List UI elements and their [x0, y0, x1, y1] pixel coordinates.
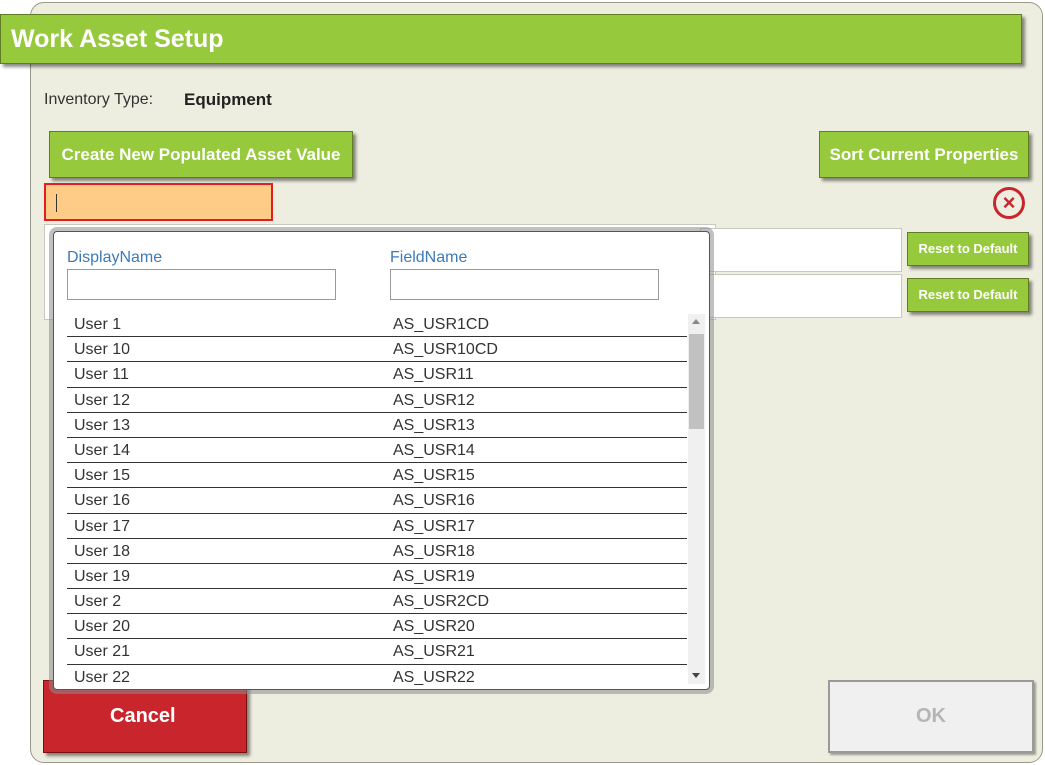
reset-to-default-button-1[interactable]: Reset to Default [907, 232, 1029, 266]
scroll-thumb[interactable] [689, 334, 704, 429]
list-item[interactable]: User 1 AS_USR1CD [67, 312, 687, 338]
field-name-cell: AS_USR13 [393, 416, 475, 434]
field-name-column-header: FieldName [390, 249, 468, 266]
display-name-filter-input[interactable] [67, 269, 336, 300]
display-name-cell: User 19 [74, 567, 131, 585]
field-name-cell: AS_USR15 [393, 467, 475, 485]
list-item[interactable]: User 17 AS_USR17 [67, 514, 687, 539]
display-name-cell: User 1 [74, 316, 122, 333]
reset-to-default-button-2[interactable]: Reset to Default [907, 278, 1029, 312]
field-list: User 1 AS_USR1CD User 10 AS_USR10CD User 1… [67, 312, 687, 687]
field-name-cell: AS_USR2CD [393, 593, 490, 611]
title-bar: Work Asset Setup [0, 14, 1022, 64]
dialog-title: Work Asset Setup [11, 25, 224, 53]
inventory-type-value: Equipment [184, 90, 272, 109]
display-name-cell: User 2 [74, 593, 122, 611]
cancel-button[interactable]: Cancel [43, 680, 247, 753]
scroll-up-arrow-icon[interactable] [692, 319, 700, 324]
list-item[interactable]: User 20 AS_USR20 [67, 614, 687, 640]
list-item[interactable]: User 13 AS_USR13 [67, 413, 687, 438]
list-item[interactable]: User 12 AS_USR12 [67, 388, 687, 413]
display-name-cell: User 21 [74, 643, 131, 661]
list-item[interactable]: User 2 AS_USR2CD [67, 589, 687, 615]
field-name-cell: AS_USR22 [393, 668, 475, 686]
display-name-cell: User 17 [74, 517, 131, 535]
close-circle-icon[interactable]: × [993, 187, 1025, 219]
scroll-down-arrow-icon[interactable] [692, 673, 700, 678]
field-name-cell: AS_USR10CD [393, 341, 498, 359]
text-caret [56, 194, 57, 212]
field-name-cell: AS_USR18 [393, 542, 475, 560]
field-name-cell: AS_USR17 [393, 517, 475, 535]
field-name-cell: AS_USR21 [393, 643, 475, 661]
inventory-type-label: Inventory Type: [44, 91, 154, 108]
list-item[interactable]: User 18 AS_USR18 [67, 539, 687, 564]
display-name-cell: User 11 [74, 366, 129, 384]
display-name-cell: User 15 [74, 467, 131, 485]
list-item[interactable]: User 14 AS_USR14 [67, 438, 687, 464]
sort-current-properties-button[interactable]: Sort Current Properties [819, 131, 1029, 178]
display-name-cell: User 18 [74, 542, 131, 560]
list-item[interactable]: User 21 AS_USR21 [67, 639, 687, 665]
list-scrollbar[interactable] [688, 314, 705, 684]
field-name-cell: AS_USR14 [393, 441, 475, 459]
list-item[interactable]: User 10 AS_USR10CD [67, 337, 687, 363]
field-name-cell: AS_USR11 [393, 366, 474, 384]
field-name-cell: AS_USR19 [393, 567, 475, 585]
display-name-cell: User 12 [74, 391, 131, 409]
display-name-cell: User 22 [74, 668, 131, 686]
display-name-cell: User 13 [74, 416, 131, 434]
field-name-cell: AS_USR16 [393, 492, 475, 510]
list-item[interactable]: User 11 AS_USR11 [67, 362, 687, 388]
field-name-cell: AS_USR20 [393, 618, 475, 636]
list-item[interactable]: User 15 AS_USR15 [67, 463, 687, 489]
list-item[interactable]: User 22 AS_USR22 [67, 665, 687, 687]
field-picker-popup: DisplayName FieldName User 1 AS_USR1CD Us… [53, 231, 710, 690]
create-populated-asset-value-button[interactable]: Create New Populated Asset Value [49, 131, 353, 178]
display-name-cell: User 16 [74, 492, 131, 510]
property-value-field-1[interactable] [700, 228, 902, 272]
display-name-cell: User 14 [74, 441, 131, 459]
display-name-cell: User 10 [74, 341, 131, 359]
list-item[interactable]: User 16 AS_USR16 [67, 488, 687, 514]
field-name-cell: AS_USR1CD [393, 316, 490, 333]
field-name-filter-input[interactable] [390, 269, 659, 300]
property-value-field-2[interactable] [700, 274, 902, 318]
display-name-column-header: DisplayName [67, 249, 163, 266]
display-name-cell: User 20 [74, 618, 131, 636]
ok-button[interactable]: OK [828, 680, 1034, 753]
list-item[interactable]: User 19 AS_USR19 [67, 564, 687, 590]
asset-value-search-input[interactable] [44, 183, 273, 221]
field-name-cell: AS_USR12 [393, 391, 475, 409]
